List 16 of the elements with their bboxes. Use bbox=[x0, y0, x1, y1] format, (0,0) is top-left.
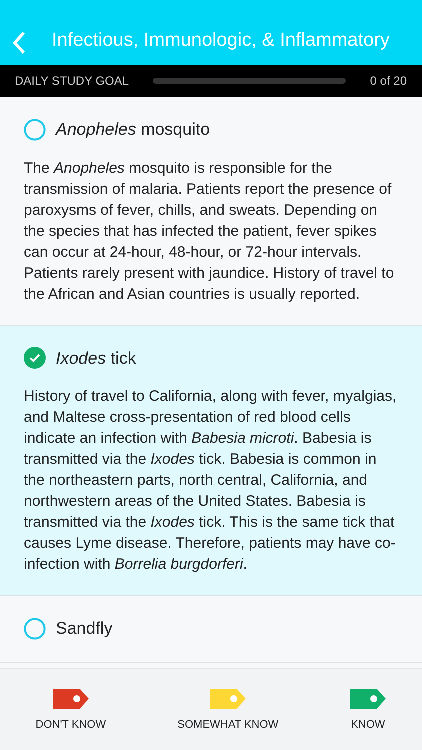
option-label: Anopheles mosquito bbox=[56, 119, 210, 141]
option-explanation: The Anopheles mosquito is responsible for the transmission of malaria. Patients report the presence of paroxysms of fever, chills, and sweats. Depending on the species that has infected the patient, fever spikes can occur at 24-hour, 48-hour, or 72-hour intervals. Patients rarely present with jaundice. History of travel to the African and Asian countries is usually reported. bbox=[24, 158, 396, 304]
answer-option[interactable] bbox=[0, 326, 422, 596]
goal-count: 0 of 20 bbox=[370, 73, 407, 90]
radio-circle-icon bbox=[24, 118, 46, 141]
option-explanation: History of travel to California, along with fever, myalgias, and Maltese cross-presentation of red blood cells indicate an infection with Babesia microti. Babesia is transmitted via the Ixodes tick. Babesia is common in the northeastern parts, north central, California, and northwestern areas of the United States. Babesia is transmitted via the Ixodes tick. This is the same tick that causes Lyme disease. Therefore, patients may have co-infection with Borrelia burgdorferi. bbox=[24, 387, 398, 575]
rating-button[interactable]: SOMEWHAT KNOW bbox=[178, 689, 279, 734]
screen-title: Infectious, Immunologic, & Inflammatory bbox=[52, 28, 390, 52]
option-label: Ixodes tick bbox=[56, 348, 136, 370]
goal-label: DAILY STUDY GOAL bbox=[15, 73, 130, 90]
rating-button[interactable]: DON'T KNOW bbox=[36, 689, 106, 734]
radio-circle-icon bbox=[24, 618, 46, 640]
check-circle-icon bbox=[24, 347, 46, 370]
back-icon bbox=[12, 31, 26, 55]
option-label: Sandfly bbox=[56, 618, 113, 640]
rating-button[interactable]: KNOW bbox=[350, 689, 386, 734]
